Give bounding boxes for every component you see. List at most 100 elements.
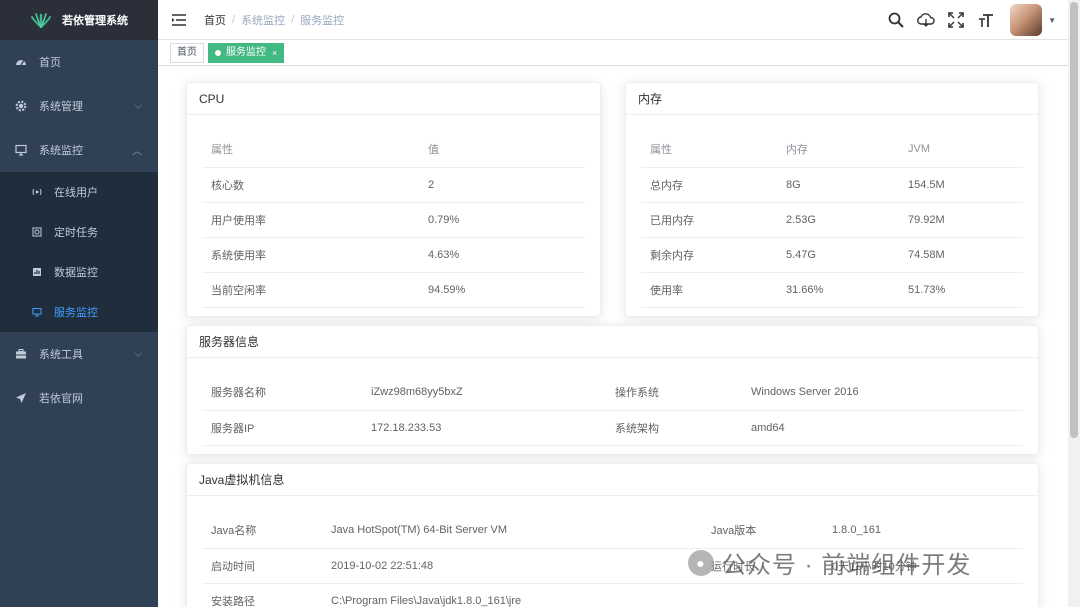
close-icon[interactable]: × [272,44,277,62]
table-row: 用户使用率 0.79% [202,202,585,238]
chevron-down-icon: ⌵ [134,100,142,112]
breadcrumb-separator: / [232,13,236,26]
table-header: 值 [419,132,585,168]
dashboard-icon [15,56,27,68]
table-row: 安装路径 C:\Program Files\Java\jdk1.8.0_161\j… [202,583,1023,607]
sidebar-item-server-monitor[interactable]: 服务监控 [0,292,158,332]
tags-view: 首页 服务监控 × [158,40,1068,66]
main-content: CPU 属性 值 核心数 2 用户使用率 0.79% 系统使用率 4.63% 当前空闲… [158,66,1068,607]
card-body: 属性 内存 JVM 总内存 8G 154.5M 已用内存 2.53G 79.92M 剩余… [626,115,1038,308]
table-cell: 使用率 [641,272,777,308]
logo-icon [30,12,52,28]
chevron-up-icon: ︿ [132,146,142,158]
table-header-row: 属性 内存 JVM [641,132,1023,168]
memory-table: 属性 内存 JVM 总内存 8G 154.5M 已用内存 2.53G 79.92M 剩余… [641,132,1023,308]
table-cell: 31.66% [777,272,899,308]
breadcrumb-item: 服务监控 [300,14,345,27]
table-row: 核心数 2 [202,167,585,203]
table-cell: C:\Program Files\Java\jdk1.8.0_161\jre [322,583,702,607]
table-cell: 用户使用率 [202,202,419,238]
caret-down-icon[interactable]: ▼ [1048,16,1056,25]
server-info-card: 服务器信息 服务器名称 iZwz98m68yy5bxZ 操作系统 Windows Se… [186,325,1039,455]
tag-label: 服务监控 [226,46,266,58]
app-title: 若依管理系统 [62,15,128,27]
avatar[interactable] [1010,4,1043,36]
sidebar-item-online-users[interactable]: 在线用户 [0,172,158,212]
table-row: Java名称 Java HotSpot(TM) 64-Bit Server VM J… [202,513,1023,549]
table-row: 服务器名称 iZwz98m68yy5bxZ 操作系统 Windows Server 2… [202,375,1023,411]
sidebar-item-system-management[interactable]: 系统管理 ⌵ [0,84,158,128]
tag-home[interactable]: 首页 [170,42,204,63]
table-cell: 8G [777,167,899,203]
table-row: 使用率 31.66% 51.73% [641,272,1023,308]
sidebar-item-label: 若依官网 [39,393,83,405]
tag-label: 首页 [177,46,197,58]
table-cell: 当前空闲率 [202,272,419,308]
table-cell: 79.92M [899,202,1023,238]
sidebar-item-scheduled-jobs[interactable]: 定时任务 [0,212,158,252]
tag-server-monitor[interactable]: 服务监控 × [208,42,285,63]
sidebar-item-label: 首页 [39,57,61,69]
active-dot [215,49,221,56]
table-cell: 核心数 [202,167,419,203]
jvm-info-card: Java虚拟机信息 Java名称 Java HotSpot(TM) 64-Bit … [186,463,1039,607]
breadcrumb-item[interactable]: 首页 [204,12,226,28]
sidebar-item-label: 在线用户 [54,187,98,199]
memory-card: 内存 属性 内存 JVM 总内存 8G 154.5M 已用内存 2.53G 79.92M… [625,82,1039,317]
cloud-icon[interactable] [916,10,936,30]
server-icon [32,307,42,317]
table-cell: 2019-10-02 22:51:48 [322,548,702,584]
cpu-table: 属性 值 核心数 2 用户使用率 0.79% 系统使用率 4.63% 当前空闲率 94.… [202,132,585,308]
job-icon [32,227,42,237]
navbar: 首页 / 系统监控 / 服务监控 ▼ [158,0,1068,40]
scrollbar[interactable] [1068,0,1080,607]
table-cell: 51.73% [899,272,1023,308]
table-cell: 服务器名称 [202,375,362,411]
font-size-icon[interactable] [976,10,996,30]
sidebar-item-label: 系统工具 [39,349,83,361]
table-cell: 154.5M [899,167,1023,203]
table-cell: 已用内存 [641,202,777,238]
table-cell: Java版本 [702,513,823,549]
fullscreen-icon[interactable] [946,10,966,30]
search-icon[interactable] [886,10,906,30]
gear-icon [15,100,27,112]
sidebar: 若依管理系统 首页 系统管理 ⌵ 系统监控 ︿ 在线用户 定时任务 数据监控 服… [0,0,158,607]
sidebar-item-system-tools[interactable]: 系统工具 ⌵ [0,332,158,376]
card-body: 属性 值 核心数 2 用户使用率 0.79% 系统使用率 4.63% 当前空闲率 94.… [187,115,600,308]
table-row: 系统使用率 4.63% [202,237,585,273]
table-row: 服务器IP 172.18.233.53 系统架构 amd64 [202,410,1023,446]
table-header: 属性 [641,132,777,168]
table-cell [823,583,1023,607]
sidebar-item-label: 定时任务 [54,227,98,239]
card-body: 服务器名称 iZwz98m68yy5bxZ 操作系统 Windows Server 2… [187,358,1038,446]
table-cell: 服务器IP [202,410,362,446]
table-cell: 94.59% [419,272,585,308]
table-cell: 1.8.0_161 [823,513,1023,549]
scrollbar-thumb[interactable] [1070,2,1078,438]
monitor-icon [15,144,27,156]
sidebar-item-home[interactable]: 首页 [0,40,158,84]
breadcrumb-separator: / [291,13,295,26]
table-cell: 系统架构 [606,410,742,446]
hamburger-icon[interactable] [172,13,186,26]
table-cell: 5.47G [777,237,899,273]
sidebar-item-data-monitor[interactable]: 数据监控 [0,252,158,292]
table-cell: 总内存 [641,167,777,203]
logo-area[interactable]: 若依管理系统 [0,0,158,40]
sidebar-item-official-site[interactable]: 若依官网 [0,376,158,420]
card-title: CPU [187,83,600,115]
submenu-system-monitor: 在线用户 定时任务 数据监控 服务监控 [0,172,158,332]
sidebar-item-system-monitor[interactable]: 系统监控 ︿ [0,128,158,172]
sidebar-item-label: 服务监控 [54,307,98,319]
table-cell [702,583,823,607]
table-cell: 0.79% [419,202,585,238]
table-row: 剩余内存 5.47G 74.58M [641,237,1023,273]
card-title: 内存 [626,83,1038,115]
druid-icon [32,267,42,277]
cpu-card: CPU 属性 值 核心数 2 用户使用率 0.79% 系统使用率 4.63% 当前空闲… [186,82,601,317]
card-title: 服务器信息 [187,326,1038,358]
table-cell: amd64 [742,410,1023,446]
watermark: ● 公众号 · 前端组件开发 [688,545,971,580]
table-header-row: 属性 值 [202,132,585,168]
